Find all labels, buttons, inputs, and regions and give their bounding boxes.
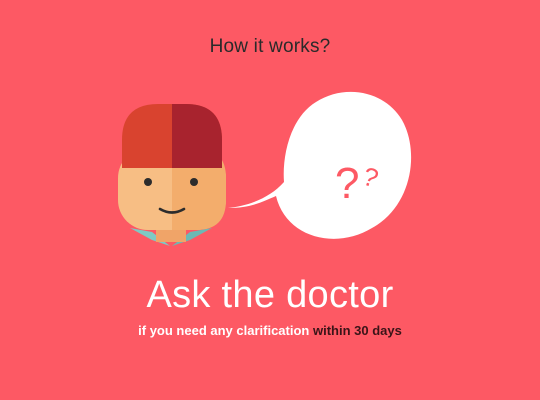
main-heading: Ask the doctor: [146, 274, 394, 316]
how-it-works-screen: How it works? ? ? Ask the doctor if you …: [0, 0, 540, 400]
question-mark-large: ?: [335, 159, 359, 208]
subtitle-text: if you need any clarification: [138, 323, 310, 338]
illustration: ? ?: [118, 91, 412, 246]
subtitle-highlight: within 30 days: [312, 323, 402, 338]
subtitle: if you need any clarification within 30 …: [0, 323, 540, 338]
speech-bubble-question-icon: ? ?: [228, 91, 412, 239]
doctor-avatar-icon: [118, 104, 226, 246]
